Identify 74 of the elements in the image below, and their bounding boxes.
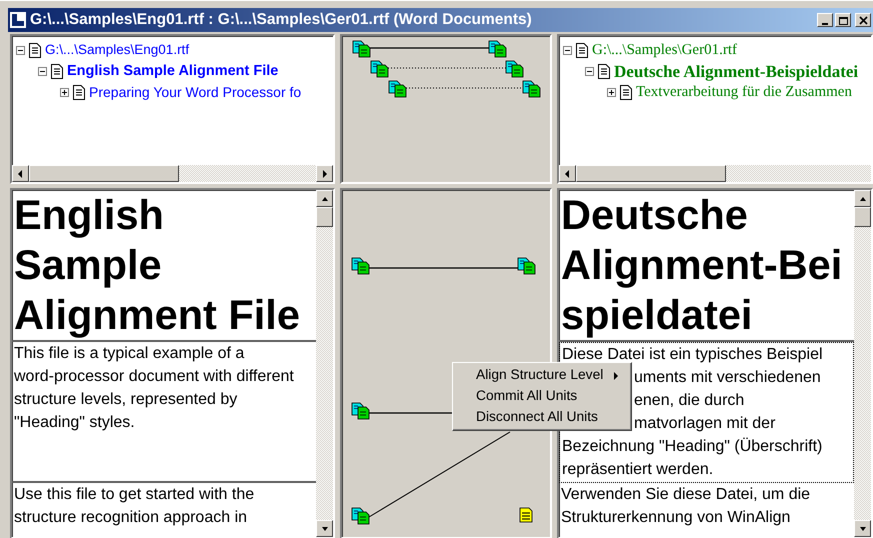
maximize-button[interactable]: [835, 13, 851, 27]
horizontal-scrollbar[interactable]: [559, 165, 871, 182]
maximize-icon: [838, 16, 848, 24]
linked-documents-icon[interactable]: [352, 258, 370, 274]
tree-item[interactable]: English Sample Alignment File: [67, 60, 278, 82]
document-icon[interactable]: [520, 508, 532, 522]
document-icon: [29, 43, 41, 58]
text-line: structure levels, represented by: [14, 390, 238, 410]
heading-line: Alignment-Bei: [561, 240, 844, 290]
scroll-right-button[interactable]: [316, 165, 333, 182]
scrollbar-thumb[interactable]: [316, 207, 333, 227]
collapse-icon[interactable]: [38, 67, 47, 76]
document-icon: [620, 85, 632, 100]
text-line: Bezeichnung "Heading" (Überschrift): [562, 436, 822, 457]
scroll-down-button[interactable]: [316, 520, 333, 537]
document-icon: [576, 43, 588, 58]
vertical-scrollbar[interactable]: [316, 190, 333, 537]
text-line: This file is a typical example of a: [14, 344, 244, 364]
down-arrow-icon: [320, 524, 328, 532]
text-line: uments mit verschiedenen: [634, 368, 821, 388]
close-button[interactable]: [855, 13, 871, 27]
text-line: Diese Datei ist ein typisches Beispiel: [562, 345, 823, 365]
document-icon: [51, 64, 63, 79]
structure-link-drawing[interactable]: [352, 40, 506, 58]
up-arrow-icon: [858, 194, 866, 202]
text-line: repräsentiert werden.: [562, 460, 714, 480]
dotted-structure-link-drawing[interactable]: [370, 60, 524, 78]
heading-line: Deutsche: [561, 190, 749, 240]
tree-item[interactable]: G:\...\Samples\Eng01.rtf: [45, 40, 190, 61]
collapse-icon[interactable]: [563, 46, 572, 55]
scroll-down-button[interactable]: [854, 520, 871, 537]
scrollbar-thumb[interactable]: [854, 207, 871, 227]
right-arrow-icon: [320, 170, 328, 178]
down-arrow-icon: [858, 524, 866, 532]
document-icon: [73, 85, 85, 100]
up-arrow-icon: [320, 194, 328, 202]
minimize-button[interactable]: [817, 13, 833, 27]
document-icon: [598, 64, 610, 79]
left-arrow-icon: [564, 170, 572, 178]
dotted-structure-link-drawing[interactable]: [388, 80, 540, 98]
text-line: enen, die durch: [634, 391, 744, 411]
scroll-up-button[interactable]: [316, 190, 333, 207]
collapse-icon[interactable]: [585, 67, 594, 76]
heading-line: Sample: [14, 240, 163, 290]
text-line: matvorlagen mit der: [634, 414, 776, 434]
linked-documents-icon[interactable]: [518, 258, 536, 274]
heading-line: spieldatei: [561, 290, 754, 340]
expand-icon[interactable]: [607, 88, 616, 97]
tree-item[interactable]: Preparing Your Word Processor fo: [89, 82, 302, 103]
scrollbar-thumb[interactable]: [29, 165, 179, 182]
submenu-arrow-icon: [614, 372, 619, 380]
left-arrow-icon: [16, 170, 24, 178]
heading-line: Alignment File: [14, 290, 301, 340]
close-icon: [858, 16, 868, 24]
scroll-left-button[interactable]: [559, 165, 576, 182]
scrollbar-thumb[interactable]: [576, 165, 726, 182]
expand-icon[interactable]: [60, 88, 69, 97]
text-line: Verwenden Sie diese Datei, um die: [561, 485, 810, 505]
heading-line: English: [14, 190, 165, 240]
linked-documents-icon[interactable]: [352, 402, 370, 420]
text-line: Strukturerkennung von WinAlign: [561, 508, 790, 528]
collapse-icon[interactable]: [16, 46, 25, 55]
vertical-scrollbar[interactable]: [854, 190, 871, 537]
text-line: "Heading" styles.: [14, 413, 135, 433]
horizontal-scrollbar[interactable]: [12, 165, 333, 182]
scroll-up-button[interactable]: [854, 190, 871, 207]
window-title: G:\...\Samples\Eng01.rtf : G:\...\Samples\Ger01.rtf (Word Documents): [30, 10, 533, 30]
text-line: Use this file to get started with the: [14, 485, 254, 505]
text-line: structure recognition approach in: [14, 508, 248, 528]
minimize-icon: [822, 22, 828, 24]
text-line: word-processor document with different: [14, 367, 294, 387]
app-icon: [10, 12, 26, 28]
linked-documents-icon[interactable]: [352, 508, 370, 524]
scroll-left-button[interactable]: [12, 165, 29, 182]
